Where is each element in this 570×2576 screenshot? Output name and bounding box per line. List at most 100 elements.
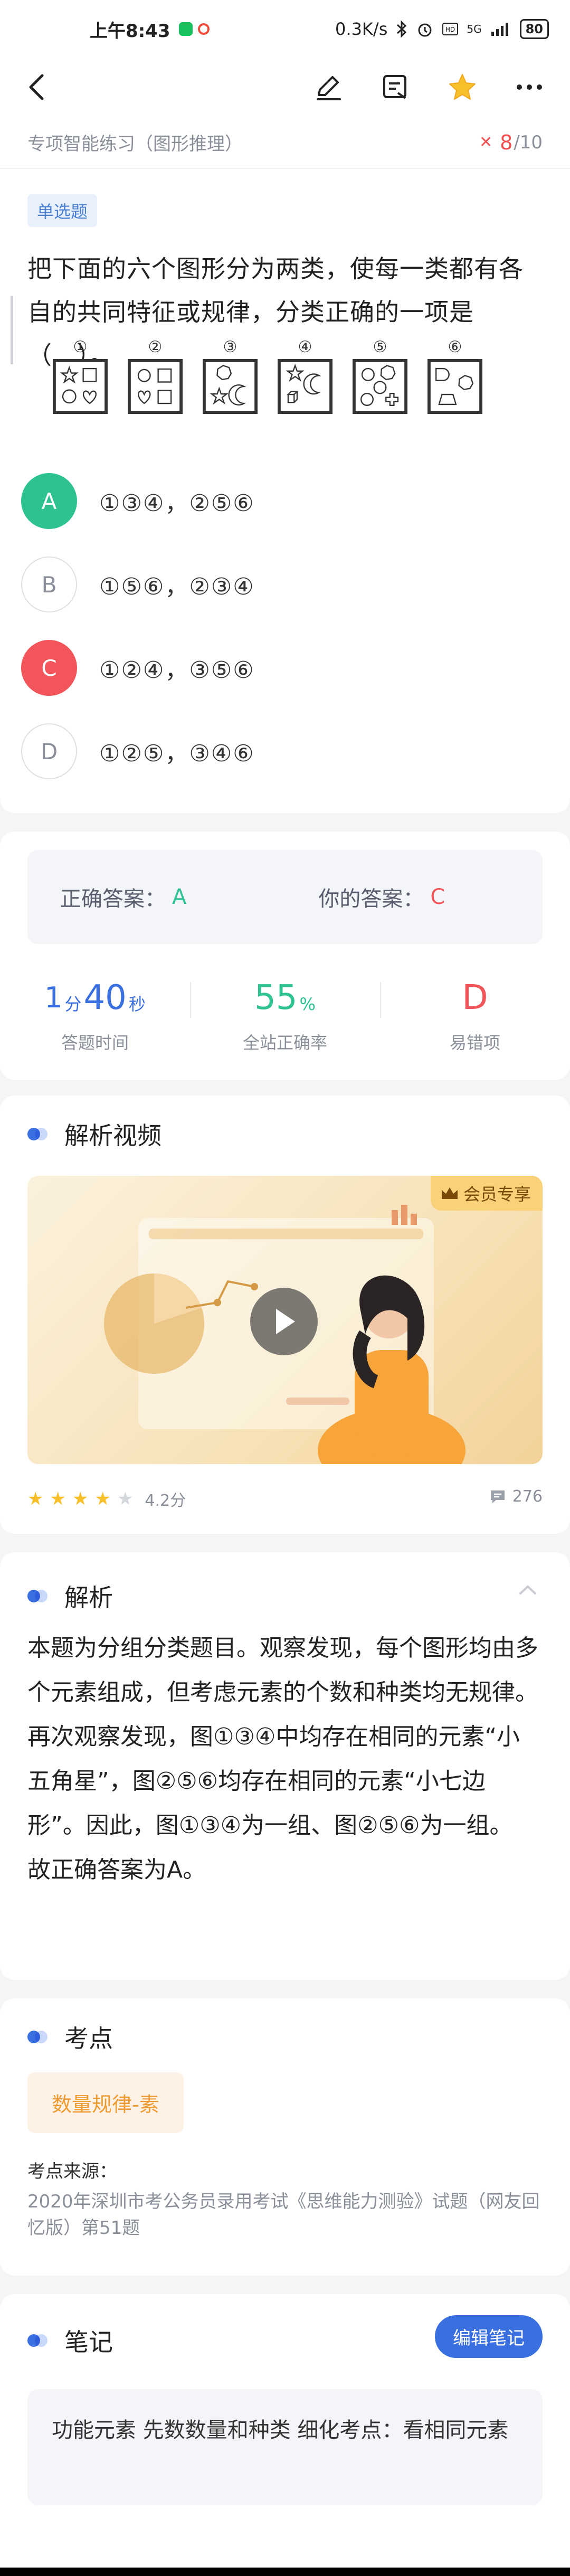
correct-answer-label: 正确答案： bbox=[60, 887, 166, 911]
network-speed: 0.3K/s bbox=[335, 19, 388, 39]
notes-title: 笔记 bbox=[64, 2328, 113, 2356]
question-type-tag: 单选题 bbox=[27, 194, 98, 227]
bluetooth-icon bbox=[397, 20, 407, 38]
play-icon bbox=[276, 1309, 295, 1334]
notes-card: 笔记 编辑笔记 功能元素 先数数量和种类 细化考点：看相同元素 bbox=[0, 2294, 570, 2576]
exercise-title: 专项智能练习（图形推理） bbox=[27, 134, 243, 155]
error-prone-label: 易错项 bbox=[449, 1033, 500, 1053]
favorite-star-icon[interactable] bbox=[448, 72, 477, 102]
explanation-conclusion: 故正确答案为A。 bbox=[27, 1856, 206, 1883]
system-nav-bar bbox=[0, 2568, 570, 2576]
option-letter: B bbox=[21, 556, 77, 612]
comment-icon bbox=[490, 1490, 505, 1503]
knowledge-tag[interactable]: 数量规律-素 bbox=[27, 2072, 184, 2133]
more-options-icon[interactable] bbox=[515, 83, 544, 91]
figure-6: ⑥ bbox=[428, 338, 482, 416]
your-answer-label: 你的答案： bbox=[318, 887, 424, 911]
star-icon: ★ bbox=[50, 1488, 66, 1509]
battery-indicator: 80 bbox=[519, 19, 549, 39]
option-text: ①⑤⑥，②③④ bbox=[99, 573, 255, 600]
section-dot-icon bbox=[27, 1128, 50, 1140]
alarm-icon bbox=[418, 23, 432, 37]
option-text: ①③④，②⑤⑥ bbox=[99, 490, 255, 517]
option-d[interactable]: D ①②⑤，③④⑥ bbox=[21, 710, 255, 793]
option-letter: C bbox=[21, 640, 77, 696]
answer-stats: 1 分 40 秒 答题时间 55 % 全站正确率 D 易错项 bbox=[0, 966, 570, 1054]
section-dot-icon bbox=[27, 1590, 50, 1602]
figure-number: ④ bbox=[298, 338, 312, 356]
source-label: 考点来源： bbox=[27, 2161, 117, 2182]
rating-value: 4.2分 bbox=[145, 1492, 186, 1510]
figure-number: ③ bbox=[223, 338, 238, 356]
explanation-paragraph: 本题为分组分类题目。观察发现，每个图形均由多个元素组成，但考虑元素的个数和种类均… bbox=[27, 1635, 538, 1839]
figure-2: ② bbox=[128, 338, 183, 416]
option-letter: A bbox=[21, 473, 77, 529]
video-player[interactable]: 会员专享 bbox=[27, 1176, 543, 1464]
error-report-icon[interactable] bbox=[381, 73, 410, 101]
network-type: 5G bbox=[467, 23, 482, 35]
edit-note-button[interactable]: 编辑笔记 bbox=[435, 2315, 543, 2358]
video-section-header: 解析视频 bbox=[27, 1117, 162, 1152]
option-c[interactable]: C ①②④，③⑤⑥ bbox=[21, 626, 255, 710]
explanation-card: 解析 本题为分组分类题目。观察发现，每个图形均由多个元素组成，但考虑元素的个数和… bbox=[0, 1552, 570, 1980]
option-text: ①②⑤，③④⑥ bbox=[99, 740, 255, 767]
vip-label: 会员专享 bbox=[463, 1184, 531, 1204]
crown-icon bbox=[441, 1187, 458, 1199]
accuracy-label: 全站正确率 bbox=[242, 1033, 327, 1053]
progress-current: 8 bbox=[500, 130, 513, 154]
time-seconds: 40 bbox=[83, 978, 127, 1017]
error-prone-value: D bbox=[462, 978, 488, 1017]
explanation-section-header: 解析 bbox=[27, 1579, 113, 1613]
vip-badge: 会员专享 bbox=[430, 1176, 543, 1211]
option-a[interactable]: A ①③④，②⑤⑥ bbox=[21, 459, 255, 543]
nav-bar bbox=[0, 58, 570, 116]
figure-number: ⑤ bbox=[373, 338, 387, 356]
hd-icon: HD bbox=[442, 23, 459, 35]
section-dot-icon bbox=[27, 2031, 50, 2043]
question-progress[interactable]: ✕ 8/10 bbox=[479, 131, 543, 154]
accuracy-stat: 55 % 全站正确率 bbox=[190, 966, 380, 1054]
figure-3-image bbox=[203, 359, 258, 414]
figure-5: ⑤ bbox=[353, 338, 407, 416]
options-list: A ①③④，②⑤⑥ B ①⑤⑥，②③④ C ①②④，③⑤⑥ D ①②⑤，③④⑥ bbox=[21, 459, 255, 793]
time-min-unit: 分 bbox=[64, 994, 82, 1014]
pencil-icon[interactable] bbox=[315, 73, 343, 101]
figure-4: ④ bbox=[278, 338, 332, 416]
wrong-mark-icon: ✕ bbox=[479, 133, 493, 152]
text-scroll-indicator bbox=[11, 296, 13, 364]
answer-summary: 正确答案： A 你的答案： C bbox=[27, 850, 543, 944]
figure-5-image bbox=[353, 359, 407, 414]
svg-text:HD: HD bbox=[445, 26, 455, 33]
star-empty-icon: ★ bbox=[117, 1488, 134, 1509]
question-card: 单选题 把下面的六个图形分为两类，使每一类都有各自的共同特征或规律，分类正确的一… bbox=[0, 169, 570, 813]
back-arrow-icon[interactable] bbox=[26, 72, 48, 102]
explanation-body: 本题为分组分类题目。观察发现，每个图形均由多个元素组成，但考虑元素的个数和种类均… bbox=[27, 1626, 543, 1892]
comment-count: 276 bbox=[512, 1487, 543, 1506]
status-bar: 上午8:43 0.3K/s HD 5G 80 bbox=[0, 0, 570, 58]
video-card: 解析视频 会员专享 ★ ★ ★ ★ ★ 4.2分 276 bbox=[0, 1096, 570, 1534]
accuracy-value: 55 bbox=[254, 978, 298, 1017]
exercise-subheader: 专项智能练习（图形推理） ✕ 8/10 bbox=[0, 116, 570, 169]
section-dot-icon bbox=[27, 2334, 50, 2347]
play-button[interactable] bbox=[250, 1288, 318, 1355]
option-text: ①②④，③⑤⑥ bbox=[99, 657, 255, 684]
video-comments[interactable]: 276 bbox=[489, 1487, 543, 1506]
star-icon: ★ bbox=[72, 1488, 89, 1509]
figure-number: ② bbox=[148, 338, 163, 356]
figure-number: ⑥ bbox=[448, 338, 462, 356]
source-value: 2020年深圳市考公务员录用考试《思维能力测验》试题（网友回忆版）第51题 bbox=[27, 2191, 540, 2239]
collapse-chevron-icon[interactable] bbox=[518, 1584, 537, 1596]
note-content[interactable]: 功能元素 先数数量和种类 细化考点：看相同元素 bbox=[27, 2389, 543, 2505]
accuracy-unit: % bbox=[299, 994, 316, 1014]
option-b[interactable]: B ①⑤⑥，②③④ bbox=[21, 543, 255, 626]
your-answer-value: C bbox=[430, 885, 445, 909]
signal-icon bbox=[491, 23, 508, 36]
star-icon: ★ bbox=[27, 1488, 44, 1509]
video-rating: ★ ★ ★ ★ ★ 4.2分 bbox=[27, 1487, 186, 1511]
figure-4-image bbox=[278, 359, 332, 414]
app-notification-icon bbox=[197, 23, 210, 35]
time-label: 答题时间 bbox=[61, 1033, 129, 1053]
error-prone-stat: D 易错项 bbox=[380, 966, 570, 1054]
knowledge-section-header: 考点 bbox=[27, 2020, 113, 2054]
status-time: 上午8:43 bbox=[90, 20, 170, 42]
